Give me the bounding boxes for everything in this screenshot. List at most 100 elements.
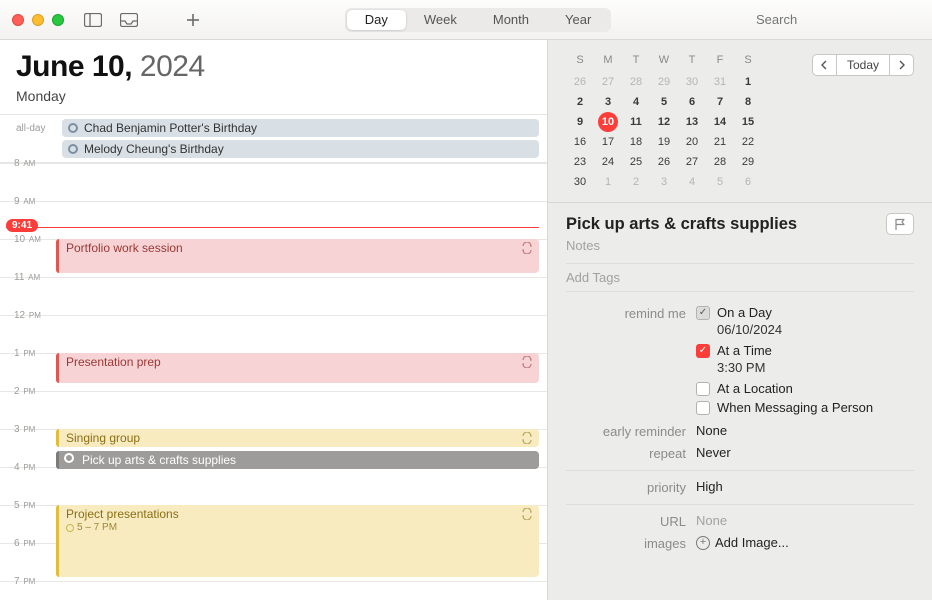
calendar-event[interactable]: Pick up arts & crafts supplies bbox=[56, 451, 539, 469]
reminder-title[interactable]: Pick up arts & crafts supplies bbox=[566, 215, 914, 234]
sidebar-toggle-icon[interactable] bbox=[80, 9, 106, 31]
date-header: June 10, 2024 Monday bbox=[0, 40, 547, 106]
search-input[interactable] bbox=[756, 12, 932, 27]
minical-day[interactable]: 22 bbox=[734, 132, 762, 152]
search-field[interactable] bbox=[750, 12, 920, 27]
minical-day[interactable]: 13 bbox=[678, 112, 706, 132]
minical-day[interactable]: 12 bbox=[650, 112, 678, 132]
minical-day[interactable]: 21 bbox=[706, 132, 734, 152]
hour-label: 7 PM bbox=[14, 576, 35, 587]
at-a-location-label: At a Location bbox=[717, 381, 793, 396]
minical-day[interactable]: 23 bbox=[566, 152, 594, 172]
at-a-location-checkbox[interactable] bbox=[696, 382, 710, 396]
minical-day[interactable]: 3 bbox=[650, 172, 678, 192]
timeline[interactable]: 8 AM9 AM10 AM11 AM12 PM1 PM2 PM3 PM4 PM5… bbox=[0, 163, 547, 600]
prev-month-button[interactable] bbox=[812, 54, 836, 76]
priority-value[interactable]: High bbox=[696, 479, 914, 494]
tags-field[interactable]: Add Tags bbox=[566, 270, 914, 285]
on-a-day-value[interactable]: 06/10/2024 bbox=[717, 322, 914, 337]
repeat-value[interactable]: Never bbox=[696, 445, 914, 460]
at-a-time-checkbox[interactable]: ✓ bbox=[696, 344, 710, 358]
repeat-icon bbox=[521, 356, 533, 368]
calendar-event[interactable]: Project presentations5 – 7 PM bbox=[56, 505, 539, 577]
inbox-icon[interactable] bbox=[116, 9, 142, 31]
when-messaging-checkbox[interactable] bbox=[696, 401, 710, 415]
hour-label: 5 PM bbox=[14, 500, 35, 511]
on-a-day-checkbox[interactable]: ✓ bbox=[696, 306, 710, 320]
hour-label: 3 PM bbox=[14, 424, 35, 435]
minical-day[interactable]: 27 bbox=[678, 152, 706, 172]
close-window-button[interactable] bbox=[12, 14, 24, 26]
minical-day[interactable]: 9 bbox=[566, 112, 594, 132]
all-day-event[interactable]: Melody Cheung's Birthday bbox=[62, 140, 539, 158]
minical-day[interactable]: 24 bbox=[594, 152, 622, 172]
minical-day[interactable]: 20 bbox=[678, 132, 706, 152]
minical-day[interactable]: 3 bbox=[594, 92, 622, 112]
minical-day[interactable]: 4 bbox=[678, 172, 706, 192]
minical-day[interactable]: 30 bbox=[566, 172, 594, 192]
view-day-tab[interactable]: Day bbox=[347, 10, 406, 30]
calendar-event[interactable]: Singing group bbox=[56, 429, 539, 447]
minical-day[interactable]: 17 bbox=[594, 132, 622, 152]
minical-day[interactable]: 8 bbox=[734, 92, 762, 112]
minical-day[interactable]: 27 bbox=[594, 72, 622, 92]
minical-day[interactable]: 4 bbox=[622, 92, 650, 112]
minical-day[interactable]: 1 bbox=[734, 72, 762, 92]
minical-weekday-header: T bbox=[622, 54, 650, 72]
add-event-icon[interactable] bbox=[180, 9, 206, 31]
minical-day[interactable]: 7 bbox=[706, 92, 734, 112]
view-month-tab[interactable]: Month bbox=[475, 10, 547, 30]
calendar-color-dot-icon bbox=[68, 123, 78, 133]
hour-label: 6 PM bbox=[14, 538, 35, 549]
minical-day[interactable]: 1 bbox=[594, 172, 622, 192]
minical-weekday-header: M bbox=[594, 54, 622, 72]
today-button[interactable]: Today bbox=[836, 54, 890, 76]
window-controls bbox=[12, 14, 64, 26]
minical-day[interactable]: 6 bbox=[678, 92, 706, 112]
view-year-tab[interactable]: Year bbox=[547, 10, 609, 30]
minical-day[interactable]: 5 bbox=[706, 172, 734, 192]
minical-day[interactable]: 2 bbox=[622, 172, 650, 192]
hour-label: 12 PM bbox=[14, 310, 41, 321]
minical-day[interactable]: 14 bbox=[706, 112, 734, 132]
minical-day[interactable]: 29 bbox=[734, 152, 762, 172]
calendar-event[interactable]: Presentation prep bbox=[56, 353, 539, 383]
plus-circle-icon: + bbox=[696, 536, 710, 550]
minical-day[interactable]: 25 bbox=[622, 152, 650, 172]
minical-day[interactable]: 18 bbox=[622, 132, 650, 152]
at-a-time-label: At a Time bbox=[717, 343, 772, 358]
minical-day[interactable]: 30 bbox=[678, 72, 706, 92]
calendar-event[interactable]: Portfolio work session bbox=[56, 239, 539, 273]
minical-day[interactable]: 10 bbox=[598, 112, 618, 132]
minical-day[interactable]: 28 bbox=[622, 72, 650, 92]
next-month-button[interactable] bbox=[890, 54, 914, 76]
minical-weekday-header: S bbox=[566, 54, 594, 72]
minical-day[interactable]: 2 bbox=[566, 92, 594, 112]
add-image-button[interactable]: + Add Image... bbox=[696, 535, 914, 550]
at-a-time-value[interactable]: 3:30 PM bbox=[717, 360, 914, 375]
zoom-window-button[interactable] bbox=[52, 14, 64, 26]
minical-day[interactable]: 31 bbox=[706, 72, 734, 92]
hour-label: 2 PM bbox=[14, 386, 35, 397]
early-reminder-value[interactable]: None bbox=[696, 423, 914, 438]
minical-day[interactable]: 16 bbox=[566, 132, 594, 152]
all-day-section: all-day Chad Benjamin Potter's BirthdayM… bbox=[0, 114, 547, 163]
hour-label: 11 AM bbox=[14, 272, 40, 283]
minimize-window-button[interactable] bbox=[32, 14, 44, 26]
repeat-label: repeat bbox=[566, 445, 696, 461]
minical-day[interactable]: 26 bbox=[566, 72, 594, 92]
minical-day[interactable]: 11 bbox=[622, 112, 650, 132]
hour-label: 4 PM bbox=[14, 462, 35, 473]
all-day-event[interactable]: Chad Benjamin Potter's Birthday bbox=[62, 119, 539, 137]
minical-day[interactable]: 28 bbox=[706, 152, 734, 172]
minical-day[interactable]: 5 bbox=[650, 92, 678, 112]
minical-day[interactable]: 15 bbox=[734, 112, 762, 132]
minical-day[interactable]: 29 bbox=[650, 72, 678, 92]
minical-day[interactable]: 6 bbox=[734, 172, 762, 192]
flag-button[interactable] bbox=[886, 213, 914, 235]
notes-field[interactable]: Notes bbox=[566, 238, 914, 253]
view-week-tab[interactable]: Week bbox=[406, 10, 475, 30]
minical-day[interactable]: 19 bbox=[650, 132, 678, 152]
url-value[interactable]: None bbox=[696, 513, 914, 528]
minical-day[interactable]: 26 bbox=[650, 152, 678, 172]
